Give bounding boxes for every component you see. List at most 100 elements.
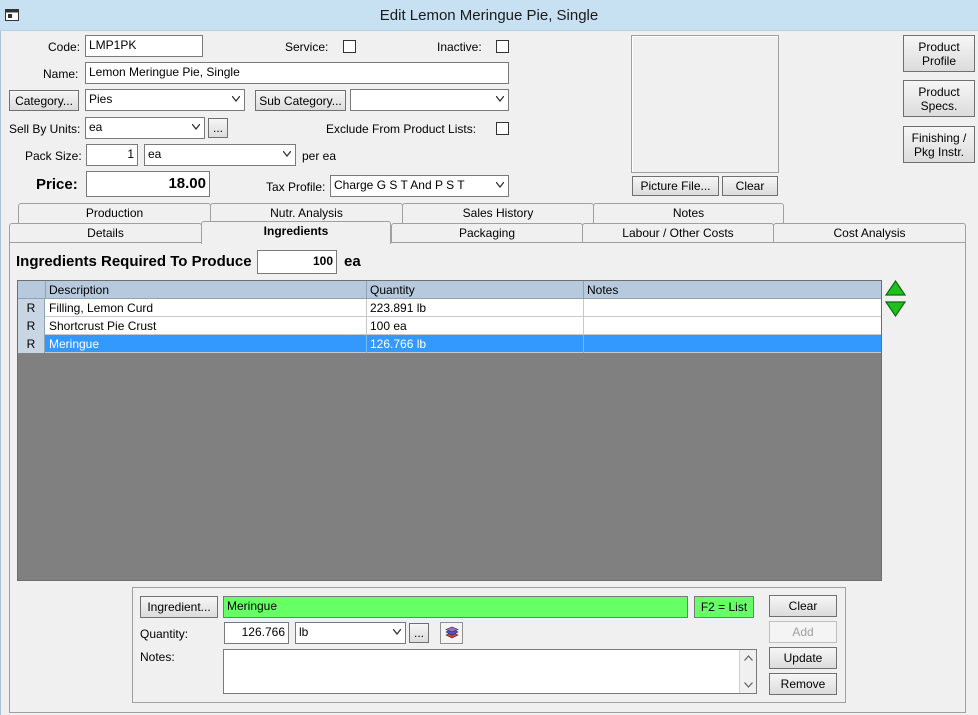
row-quantity: 223.891 lb [367, 299, 584, 317]
notes-scrollbar[interactable] [739, 650, 756, 693]
notes-label: Notes: [140, 650, 175, 664]
produce-quantity-input[interactable]: 100 [257, 250, 337, 274]
pack-size-input[interactable]: 1 [86, 144, 138, 166]
tab-production[interactable]: Production [18, 203, 211, 223]
scroll-down-icon[interactable] [744, 682, 753, 688]
window-title: Edit Lemon Meringue Pie, Single [379, 7, 599, 24]
tab-sales-history[interactable]: Sales History [402, 203, 594, 223]
column-header-description[interactable]: Description [46, 281, 367, 299]
code-label: Code: [48, 40, 81, 54]
tab-nutr-analysis[interactable]: Nutr. Analysis [210, 203, 403, 223]
category-select[interactable]: Pies [85, 89, 245, 111]
scroll-up-icon[interactable] [744, 655, 753, 661]
row-notes [584, 335, 881, 353]
inactive-label: Inactive: [437, 40, 482, 54]
sell-by-units-label: Sell By Units: [9, 122, 81, 136]
column-header-notes[interactable]: Notes [584, 281, 881, 299]
f2-list-hint: F2 = List [694, 596, 754, 618]
inactive-checkbox[interactable] [496, 40, 509, 53]
chevron-down-icon [192, 124, 200, 130]
conversion-button[interactable] [440, 622, 463, 644]
category-button[interactable]: Category... [9, 90, 79, 111]
notes-textarea[interactable] [223, 649, 757, 694]
ingredient-button[interactable]: Ingredient... [140, 596, 218, 618]
unit-browse-button[interactable]: ... [409, 623, 429, 643]
table-row-selected[interactable]: R Meringue 126.766 lb [18, 335, 881, 353]
product-profile-button[interactable]: Product Profile [903, 35, 975, 72]
unit-value: lb [299, 625, 309, 639]
clear-button[interactable]: Clear [769, 595, 837, 617]
row-notes [584, 299, 881, 317]
tax-profile-select[interactable]: Charge G S T And P S T [330, 175, 509, 197]
tab-details[interactable]: Details [9, 223, 202, 243]
table-row[interactable]: R Shortcrust Pie Crust 100 ea [18, 317, 881, 335]
code-input[interactable]: LMP1PK [85, 35, 203, 57]
quantity-input[interactable]: 126.766 [224, 622, 289, 644]
tax-profile-value: Charge G S T And P S T [334, 178, 465, 192]
move-down-icon[interactable] [885, 300, 906, 317]
chevron-down-icon [283, 151, 291, 157]
tab-packaging[interactable]: Packaging [391, 223, 583, 243]
layers-icon [445, 626, 459, 639]
ingredient-input[interactable]: Meringue [223, 596, 688, 618]
move-up-icon[interactable] [885, 280, 906, 297]
product-profile-label-2: Profile [921, 53, 956, 68]
picture-file-button[interactable]: Picture File... [632, 176, 719, 196]
exclude-checkbox[interactable] [496, 122, 509, 135]
row-quantity: 126.766 lb [367, 335, 584, 353]
tab-ingredients[interactable]: Ingredients [201, 221, 391, 244]
product-specs-label-1: Product [918, 84, 960, 99]
update-button[interactable]: Update [769, 647, 837, 669]
row-marker: R [18, 317, 45, 335]
service-checkbox[interactable] [343, 40, 356, 53]
row-quantity: 100 ea [367, 317, 584, 335]
tab-notes[interactable]: Notes [593, 203, 784, 223]
sell-by-units-select[interactable]: ea [85, 117, 205, 139]
pack-unit-value: ea [148, 147, 162, 161]
exclude-label: Exclude From Product Lists: [326, 122, 477, 136]
row-description: Filling, Lemon Curd [46, 299, 367, 317]
finishing-label-1: Finishing / [911, 130, 967, 145]
product-specs-button[interactable]: Product Specs. [903, 80, 975, 117]
table-row[interactable]: R Filling, Lemon Curd 223.891 lb [18, 299, 881, 317]
service-label: Service: [285, 40, 329, 54]
produce-unit-label: ea [344, 253, 361, 270]
grid-corner-header [18, 281, 46, 299]
per-unit-label: per ea [302, 149, 337, 163]
title-bar: Edit Lemon Meringue Pie, Single [0, 0, 978, 31]
product-picture [631, 35, 779, 173]
name-input[interactable]: Lemon Meringue Pie, Single [85, 62, 509, 84]
produce-label: Ingredients Required To Produce [16, 253, 252, 270]
ingredients-grid[interactable]: Description Quantity Notes R Filling, Le… [17, 280, 882, 581]
product-profile-label-1: Product [918, 39, 960, 54]
row-marker: R [18, 335, 45, 353]
sell-by-units-browse-button[interactable]: ... [208, 118, 228, 138]
column-header-quantity[interactable]: Quantity [367, 281, 584, 299]
tab-labour-other-costs[interactable]: Labour / Other Costs [582, 223, 774, 243]
price-label: Price: [36, 176, 78, 193]
price-input[interactable]: 18.00 [86, 171, 210, 197]
row-description: Shortcrust Pie Crust [46, 317, 367, 335]
tax-profile-label: Tax Profile: [266, 180, 326, 194]
row-marker: R [18, 299, 45, 317]
finishing-label-2: Pkg Instr. [913, 144, 965, 159]
row-notes [584, 317, 881, 335]
row-description: Meringue [46, 335, 367, 353]
chevron-down-icon [393, 629, 401, 635]
chevron-down-icon [496, 96, 504, 102]
sell-by-units-value: ea [89, 120, 103, 134]
add-button[interactable]: Add [769, 621, 837, 643]
quantity-label: Quantity: [140, 627, 189, 641]
finishing-pkg-button[interactable]: Finishing / Pkg Instr. [903, 126, 975, 163]
chevron-down-icon [232, 96, 240, 102]
tab-cost-analysis[interactable]: Cost Analysis [773, 223, 966, 243]
unit-select[interactable]: lb [295, 622, 406, 644]
picture-clear-button[interactable]: Clear [722, 176, 778, 196]
sub-category-select[interactable] [350, 89, 509, 111]
pack-unit-select[interactable]: ea [144, 144, 296, 166]
remove-button[interactable]: Remove [769, 673, 837, 695]
sub-category-button[interactable]: Sub Category... [255, 90, 346, 111]
chevron-down-icon [496, 182, 504, 188]
product-specs-label-2: Specs. [920, 98, 958, 113]
category-value: Pies [89, 92, 113, 106]
